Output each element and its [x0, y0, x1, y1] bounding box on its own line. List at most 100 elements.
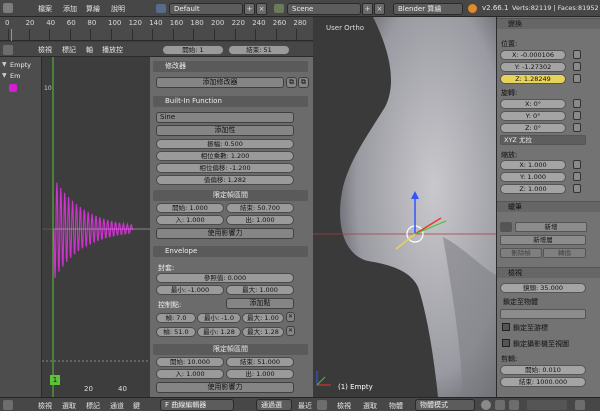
- location-x-field[interactable]: X: -0.000106: [500, 50, 566, 60]
- layout-select[interactable]: Default: [169, 3, 243, 15]
- layers-icon[interactable]: [527, 400, 567, 410]
- add-modifier-button[interactable]: 添加修改器: [156, 77, 284, 88]
- blend-in-field[interactable]: 入: 1.000: [156, 215, 224, 225]
- lock-icon[interactable]: [573, 99, 581, 108]
- envelope-max-field[interactable]: 最大: 1.000: [226, 285, 294, 295]
- phase-offset-field[interactable]: 相位偏移: -1.200: [156, 163, 294, 173]
- rotation-y-field[interactable]: Y: 0°: [500, 111, 566, 121]
- blend-out-field[interactable]: 出: 1.000: [226, 215, 294, 225]
- lock-icon[interactable]: [573, 50, 581, 59]
- current-frame-indicator[interactable]: 1: [50, 375, 60, 385]
- snap-icon[interactable]: [575, 400, 585, 410]
- remove-layout-button[interactable]: ×: [256, 3, 267, 15]
- transform-header[interactable]: 變換: [497, 18, 600, 29]
- lens-field[interactable]: 鏡頭: 35.000: [500, 283, 586, 293]
- add-point-button[interactable]: 添加點: [226, 298, 294, 309]
- rotation-mode-select[interactable]: XYZ 尤拉: [500, 135, 586, 145]
- graph-menu-frame[interactable]: 軸: [86, 45, 93, 55]
- graph-editor-icon[interactable]: [3, 400, 13, 410]
- scale-z-field[interactable]: Z: 1.000: [500, 184, 566, 194]
- remove-scene-button[interactable]: ×: [374, 3, 385, 15]
- add-layout-button[interactable]: +: [244, 3, 255, 15]
- value-offset-field[interactable]: 值偏移: 1.282: [156, 175, 294, 185]
- frame-end-field[interactable]: 結束: 51: [228, 45, 290, 55]
- bottom-menu-view[interactable]: 檢視: [38, 401, 52, 411]
- bottom-menu-channel[interactable]: 通道: [110, 401, 124, 411]
- render-engine-select[interactable]: Blender 算繪: [393, 3, 463, 15]
- range-end-field[interactable]: 結束: 50.700: [226, 203, 294, 213]
- envelope-use-influence-toggle[interactable]: 使用影響力: [156, 382, 294, 393]
- bottom-menu-select[interactable]: 選取: [62, 401, 76, 411]
- builtin-function-header[interactable]: Built-In Function: [153, 96, 308, 107]
- viewport-menu-view[interactable]: 檢視: [337, 401, 351, 411]
- amplitude-field[interactable]: 振幅: 0.500: [156, 139, 294, 149]
- clip-start-field[interactable]: 開始: 0.010: [500, 365, 586, 375]
- envelope-range-end-field[interactable]: 結束: 51.000: [226, 357, 294, 367]
- envelope-range-start-field[interactable]: 開始: 10.000: [156, 357, 224, 367]
- view-header[interactable]: 檢視: [497, 267, 600, 278]
- location-y-field[interactable]: Y: -1.27302: [500, 62, 566, 72]
- lock-icon[interactable]: [573, 123, 581, 132]
- frame-start-field[interactable]: 開始: 1: [162, 45, 224, 55]
- menu-render[interactable]: 算繪: [86, 4, 100, 14]
- lock-icon[interactable]: [573, 62, 581, 71]
- modifiers-header[interactable]: 修改器: [153, 61, 308, 72]
- grease-new-button[interactable]: 新增: [515, 222, 587, 232]
- point1-frame-field[interactable]: 幀: 7.0: [156, 313, 196, 323]
- menu-add[interactable]: 添加: [63, 4, 77, 14]
- channel-color-swatch[interactable]: [9, 84, 17, 92]
- graph-menu-marker[interactable]: 標記: [62, 45, 76, 55]
- envelope-restrict-range-header[interactable]: 限定幀區間: [153, 344, 308, 355]
- manipulator-icon[interactable]: [509, 400, 519, 410]
- layout-icon[interactable]: [156, 4, 166, 13]
- scale-y-field[interactable]: Y: 1.000: [500, 172, 566, 182]
- interaction-mode-select[interactable]: 物體模式: [415, 399, 475, 411]
- 3d-view-icon[interactable]: [317, 400, 327, 410]
- graph-mode-select[interactable]: F 曲線編輯器: [160, 399, 234, 411]
- channel-row-action[interactable]: ▼ Em: [2, 71, 40, 81]
- range-start-field[interactable]: 開始: 1.000: [156, 203, 224, 213]
- phase-multiplier-field[interactable]: 相位乘數: 1.200: [156, 151, 294, 161]
- envelope-header[interactable]: Envelope: [153, 246, 308, 257]
- restrict-range-header[interactable]: 限定幀區間: [153, 190, 308, 201]
- graph-menu-view[interactable]: 檢視: [38, 45, 52, 55]
- convert-button[interactable]: 轉換: [543, 248, 586, 258]
- location-z-field[interactable]: Z: 1.28249: [500, 74, 566, 84]
- grease-pencil-header[interactable]: 蠟筆: [497, 201, 600, 212]
- editor-type-icon[interactable]: [3, 45, 13, 55]
- bottom-menu-key[interactable]: 鍵: [133, 401, 140, 411]
- graph-menu-playback[interactable]: 播放控: [102, 45, 123, 55]
- lock-icon[interactable]: [573, 74, 581, 83]
- point2-max-field[interactable]: 最大: 1.28: [242, 327, 284, 337]
- use-influence-toggle[interactable]: 使用影響力: [156, 228, 294, 239]
- grease-new-layer-button[interactable]: 新增層: [500, 235, 586, 245]
- menu-file[interactable]: 檔案: [38, 4, 52, 14]
- viewport-menu-select[interactable]: 選取: [363, 401, 377, 411]
- point2-min-field[interactable]: 最小: 1.28: [197, 327, 241, 337]
- lock-object-field[interactable]: [500, 309, 586, 319]
- pivot-icon[interactable]: [495, 400, 505, 410]
- timeline-ruler[interactable]: 0 20 40 60 80 100 120 140 160 180 200 220 240 260 280: [0, 17, 313, 41]
- clip-end-field[interactable]: 結束: 1000.000: [500, 377, 586, 387]
- add-scene-button[interactable]: +: [362, 3, 373, 15]
- rotation-x-field[interactable]: X: 0°: [500, 99, 566, 109]
- point1-max-field[interactable]: 最大: 1.00: [242, 313, 284, 323]
- envelope-blend-out-field[interactable]: 出: 1.000: [226, 369, 294, 379]
- reference-value-field[interactable]: 參照值: 0.000: [156, 273, 294, 283]
- normalize-toggle[interactable]: 最近: [298, 401, 312, 411]
- delete-point1-button[interactable]: ✕: [286, 312, 295, 322]
- lock-icon[interactable]: [573, 172, 581, 181]
- scale-x-field[interactable]: X: 1.000: [500, 160, 566, 170]
- viewport-menu-object[interactable]: 物體: [389, 401, 403, 411]
- paste-modifier-button[interactable]: ⧉: [298, 77, 309, 88]
- lock-icon[interactable]: [573, 184, 581, 193]
- lock-camera-checkbox[interactable]: [502, 339, 510, 347]
- additive-toggle[interactable]: 添加性: [156, 125, 294, 136]
- scene-select[interactable]: Scene: [287, 3, 361, 15]
- lock-icon[interactable]: [573, 160, 581, 169]
- grease-pencil-icon[interactable]: [500, 222, 512, 232]
- pivot-select[interactable]: 通過選: [256, 399, 292, 411]
- point1-min-field[interactable]: 最小: -1.0: [197, 313, 241, 323]
- 3d-viewport[interactable]: User Ortho (1) Empty: [313, 17, 496, 397]
- copy-modifier-button[interactable]: ⧉: [286, 77, 297, 88]
